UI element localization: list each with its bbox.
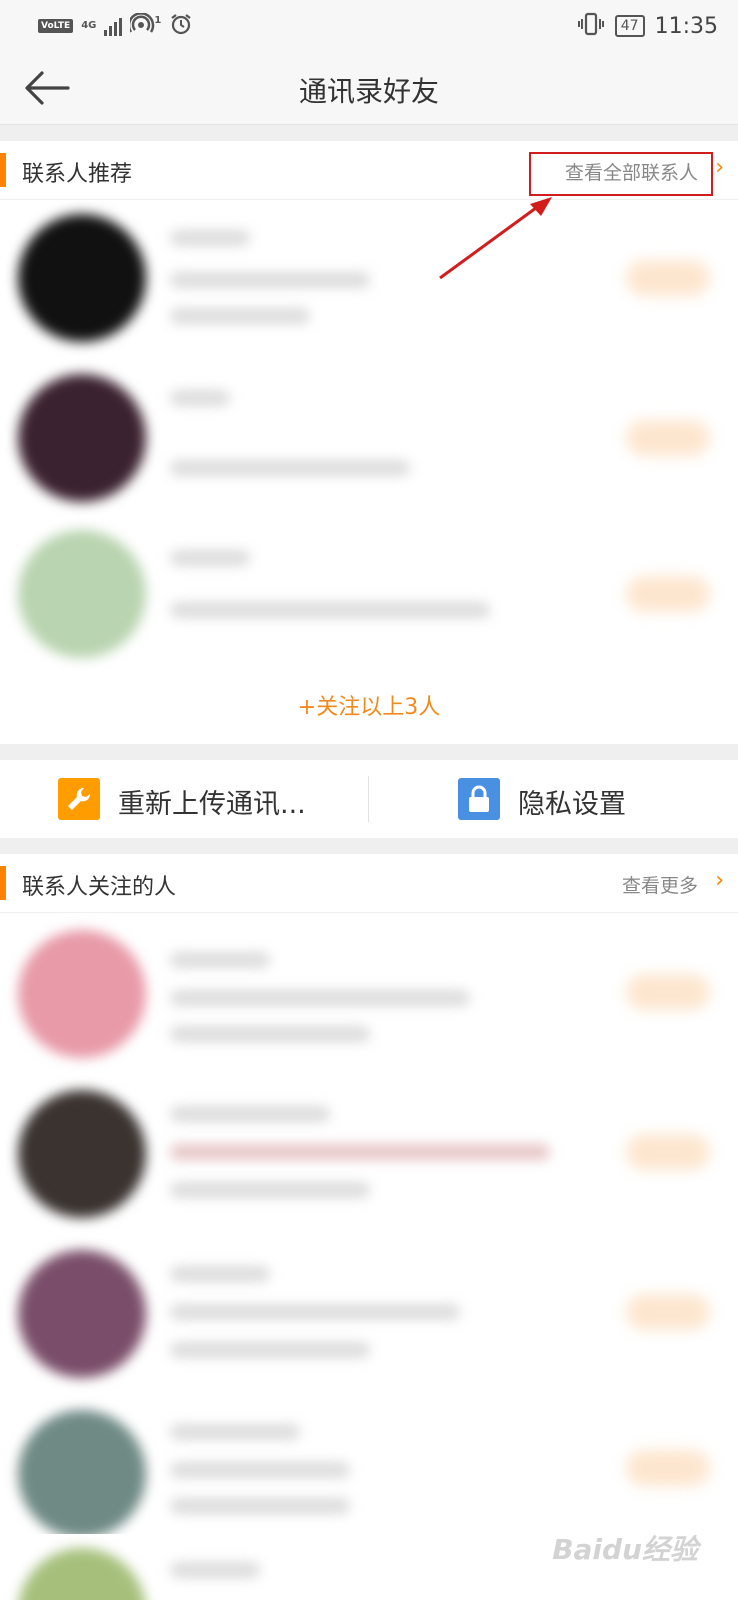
following-section-header: 联系人关注的人 查看更多 › (0, 854, 738, 913)
view-more-link[interactable]: 查看更多 (622, 871, 698, 898)
section-gap (0, 744, 738, 760)
section-accent-bar (0, 153, 6, 187)
blurred-name (170, 1562, 260, 1578)
blurred-description (170, 1026, 370, 1042)
blurred-name (170, 1106, 330, 1122)
blurred-description (170, 308, 310, 324)
contact-avatar (18, 1410, 146, 1538)
baidu-watermark-logo: Baidu经验 (552, 1533, 698, 1566)
network-type: 4G (81, 20, 97, 31)
follow-all-button[interactable]: +关注以上3人 (0, 672, 738, 744)
blurred-description (170, 1144, 550, 1160)
lock-icon (458, 778, 500, 820)
blurred-name (170, 952, 270, 968)
reupload-label: 重新上传通讯... (118, 789, 306, 820)
contact-row[interactable] (0, 1394, 738, 1538)
tools-divider (368, 776, 369, 822)
section-gap (0, 838, 738, 854)
blurred-description (170, 990, 470, 1006)
blurred-name (170, 1266, 270, 1282)
blurred-description (170, 460, 410, 476)
following-section-title: 联系人关注的人 (22, 875, 177, 900)
contact-row[interactable] (0, 1234, 738, 1394)
battery-indicator: 47 (614, 15, 645, 37)
blurred-description (170, 602, 490, 618)
status-right: 47 11:35 (577, 12, 718, 40)
follow-button[interactable] (626, 576, 710, 612)
contact-avatar (18, 1548, 146, 1600)
alarm-icon (169, 12, 193, 40)
contact-row[interactable] (0, 1074, 738, 1234)
blurred-name (170, 1424, 300, 1440)
blurred-name (170, 230, 250, 246)
blurred-description (170, 1304, 460, 1320)
follow-button[interactable] (626, 420, 710, 456)
follow-button[interactable] (626, 1134, 710, 1170)
volte-badge: VoLTE (38, 19, 74, 33)
blurred-description (170, 272, 370, 288)
hotspot-count: 1 (154, 15, 162, 26)
blurred-description (170, 1462, 350, 1478)
contact-avatar (18, 530, 146, 658)
contact-row[interactable] (0, 200, 738, 360)
page-title: 通讯录好友 (298, 75, 439, 108)
signal-icon (104, 16, 123, 36)
vibrate-icon (577, 12, 605, 40)
section-accent-bar (0, 866, 6, 900)
annotation-highlight-box (529, 152, 713, 196)
status-left: VoLTE 4G 1 (38, 12, 193, 40)
reupload-contacts-button[interactable]: 重新上传通讯... (0, 760, 368, 838)
contact-row[interactable] (0, 520, 738, 672)
follow-button[interactable] (626, 974, 710, 1010)
follow-button[interactable] (626, 260, 710, 296)
blurred-description (170, 1342, 370, 1358)
wrench-icon (58, 778, 100, 820)
blurred-name (170, 390, 230, 406)
chevron-right-icon[interactable]: › (715, 868, 724, 893)
contact-avatar (18, 930, 146, 1058)
blurred-description (170, 1182, 370, 1198)
follow-button[interactable] (626, 1294, 710, 1330)
section-gap (0, 125, 738, 141)
privacy-label: 隐私设置 (518, 789, 626, 820)
contact-row[interactable] (0, 914, 738, 1074)
contact-row[interactable] (0, 360, 738, 520)
privacy-settings-button[interactable]: 隐私设置 (370, 760, 738, 838)
contact-avatar (18, 1250, 146, 1378)
contact-avatar (18, 374, 146, 502)
hotspot-icon (128, 12, 156, 39)
chevron-right-icon[interactable]: › (715, 155, 724, 180)
contact-avatar (18, 214, 146, 342)
tools-row: 重新上传通讯... 隐私设置 (0, 760, 738, 838)
contact-avatar (18, 1090, 146, 1218)
recommend-section-title: 联系人推荐 (22, 162, 133, 187)
status-bar: VoLTE 4G 1 47 11:35 (0, 0, 738, 50)
clock: 11:35 (654, 13, 718, 39)
follow-button[interactable] (626, 1450, 710, 1486)
nav-bar: 通讯录好友 (0, 50, 738, 125)
blurred-description (170, 1498, 350, 1514)
blurred-name (170, 550, 250, 566)
